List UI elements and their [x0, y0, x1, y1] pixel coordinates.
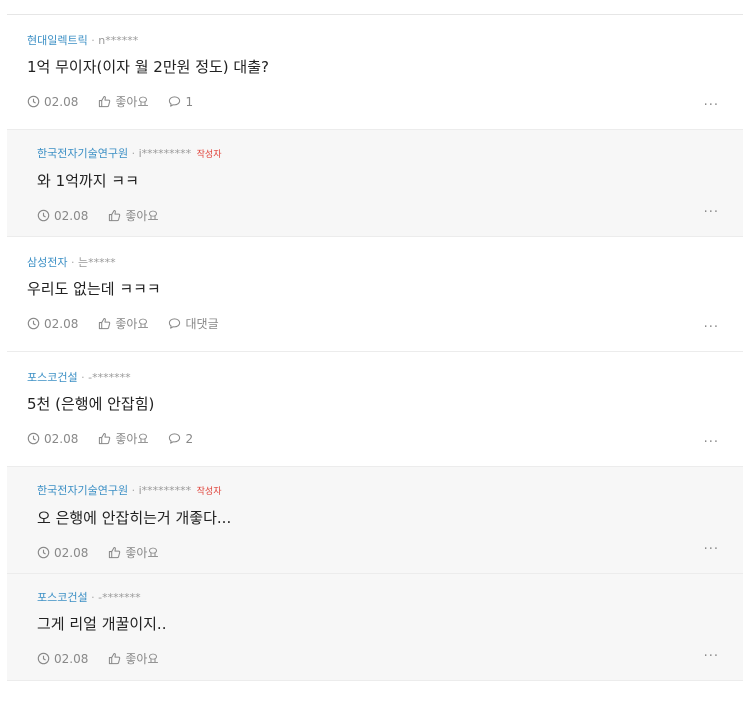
- meta-separator: ·: [91, 591, 95, 604]
- reply-button[interactable]: 1: [168, 95, 193, 109]
- comment-meta: 포스코건설 · -*******: [27, 371, 743, 385]
- comment-date: 02.08: [37, 209, 88, 223]
- thumbs-up-icon: [99, 432, 111, 445]
- like-button[interactable]: 좋아요: [98, 93, 148, 110]
- reply-item: 한국전자기술연구원 · i********* 작성자 오 은행에 안잡히는거 개…: [7, 467, 743, 574]
- reply-count: 1: [185, 94, 194, 109]
- comment-item: 포스코건설 · -******* 5천 (은행에 안잡힘) 02.08 좋아요 …: [7, 352, 743, 467]
- clock-icon: [37, 209, 50, 222]
- like-label: 좋아요: [115, 95, 149, 109]
- comment-meta: 현대일렉트릭 · n******: [27, 34, 743, 48]
- company-name[interactable]: 포스코건설: [37, 591, 88, 604]
- comment-meta: 한국전자기술연구원 · i********* 작성자: [37, 484, 743, 499]
- like-label: 좋아요: [125, 209, 159, 223]
- speech-bubble-icon: [169, 433, 181, 444]
- user-id: i*********: [138, 147, 192, 160]
- comment-text: 그게 리얼 개꿀이지..: [37, 615, 167, 633]
- more-options-button[interactable]: ...: [704, 201, 719, 216]
- like-label: 좋아요: [115, 317, 149, 331]
- comment-date: 02.08: [27, 317, 78, 331]
- company-name[interactable]: 삼성전자: [27, 256, 67, 269]
- comment-text: 우리도 없는데 ㅋㅋㅋ: [27, 280, 161, 298]
- meta-separator: ·: [81, 371, 85, 384]
- date-text: 02.08: [44, 316, 79, 331]
- user-id: 는*****: [77, 256, 116, 269]
- comment-date: 02.08: [27, 95, 78, 109]
- date-text: 02.08: [44, 94, 79, 109]
- comment-actions: 02.08 좋아요: [37, 650, 743, 667]
- user-id: -*******: [98, 591, 141, 604]
- comment-text: 5천 (은행에 안잡힘): [27, 395, 155, 413]
- comment-actions: 02.08 좋아요: [37, 207, 743, 224]
- reply-item: 한국전자기술연구원 · i********* 작성자 와 1억까지 ㅋㅋ 02.…: [7, 130, 743, 237]
- reply-label: 대댓글: [185, 317, 219, 331]
- user-id: n******: [98, 34, 139, 47]
- thumbs-up-icon: [109, 546, 121, 559]
- company-name[interactable]: 현대일렉트릭: [27, 34, 88, 47]
- like-button[interactable]: 좋아요: [108, 650, 158, 667]
- meta-separator: ·: [131, 484, 136, 497]
- user-id: -*******: [88, 371, 131, 384]
- reply-count: 2: [185, 431, 194, 446]
- clock-icon: [27, 317, 40, 330]
- like-label: 좋아요: [115, 432, 149, 446]
- user-id: i*********: [138, 484, 192, 497]
- speech-bubble-icon: [169, 318, 181, 329]
- more-options-button[interactable]: ...: [704, 538, 719, 553]
- date-text: 02.08: [44, 431, 79, 446]
- thumbs-up-icon: [109, 652, 121, 665]
- comment-item: 삼성전자 · 는***** 우리도 없는데 ㅋㅋㅋ 02.08 좋아요 대댓글 …: [7, 237, 743, 352]
- comment-meta: 포스코건설 · -*******: [37, 591, 743, 605]
- more-options-button[interactable]: ...: [704, 94, 719, 109]
- meta-separator: ·: [131, 147, 136, 160]
- like-button[interactable]: 좋아요: [98, 315, 148, 332]
- company-name[interactable]: 한국전자기술연구원: [37, 147, 128, 160]
- comment-date: 02.08: [37, 652, 88, 666]
- clock-icon: [27, 95, 40, 108]
- comment-item: 현대일렉트릭 · n****** 1억 무이자(이자 월 2만원 정도) 대출?…: [7, 15, 743, 130]
- thumbs-up-icon: [99, 95, 111, 108]
- comment-list: 현대일렉트릭 · n****** 1억 무이자(이자 월 2만원 정도) 대출?…: [7, 14, 743, 681]
- more-options-button[interactable]: ...: [704, 316, 719, 331]
- comment-actions: 02.08 좋아요 대댓글: [27, 315, 743, 332]
- more-options-button[interactable]: ...: [704, 431, 719, 446]
- comment-meta: 한국전자기술연구원 · i********* 작성자: [37, 147, 743, 162]
- like-button[interactable]: 좋아요: [98, 430, 148, 447]
- company-name[interactable]: 포스코건설: [27, 371, 78, 384]
- comment-actions: 02.08 좋아요 2: [27, 430, 743, 447]
- reply-button[interactable]: 2: [168, 432, 193, 446]
- comment-date: 02.08: [27, 432, 78, 446]
- thumbs-up-icon: [99, 317, 111, 330]
- comment-actions: 02.08 좋아요: [37, 544, 743, 561]
- date-text: 02.08: [54, 651, 89, 666]
- speech-bubble-icon: [169, 96, 181, 107]
- thumbs-up-icon: [109, 209, 121, 222]
- comment-text: 1억 무이자(이자 월 2만원 정도) 대출?: [27, 58, 269, 76]
- more-options-button[interactable]: ...: [704, 645, 719, 660]
- meta-separator: ·: [70, 256, 75, 269]
- comment-meta: 삼성전자 · 는*****: [27, 256, 743, 270]
- clock-icon: [27, 432, 40, 445]
- author-badge: 작성자: [196, 150, 222, 160]
- company-name[interactable]: 한국전자기술연구원: [37, 484, 128, 497]
- author-badge: 작성자: [196, 487, 222, 497]
- comment-date: 02.08: [37, 546, 88, 560]
- like-label: 좋아요: [125, 652, 159, 666]
- date-text: 02.08: [54, 208, 89, 223]
- like-button[interactable]: 좋아요: [108, 207, 158, 224]
- comment-actions: 02.08 좋아요 1: [27, 93, 743, 110]
- reply-button[interactable]: 대댓글: [168, 315, 219, 332]
- meta-separator: ·: [91, 34, 95, 47]
- like-label: 좋아요: [125, 546, 159, 560]
- clock-icon: [37, 546, 50, 559]
- comment-text: 와 1억까지 ㅋㅋ: [37, 172, 139, 190]
- reply-item: 포스코건설 · -******* 그게 리얼 개꿀이지.. 02.08 좋아요 …: [7, 574, 743, 681]
- date-text: 02.08: [54, 545, 89, 560]
- like-button[interactable]: 좋아요: [108, 544, 158, 561]
- comment-text: 오 은행에 안잡히는거 개좋다...: [37, 509, 232, 527]
- clock-icon: [37, 652, 50, 665]
